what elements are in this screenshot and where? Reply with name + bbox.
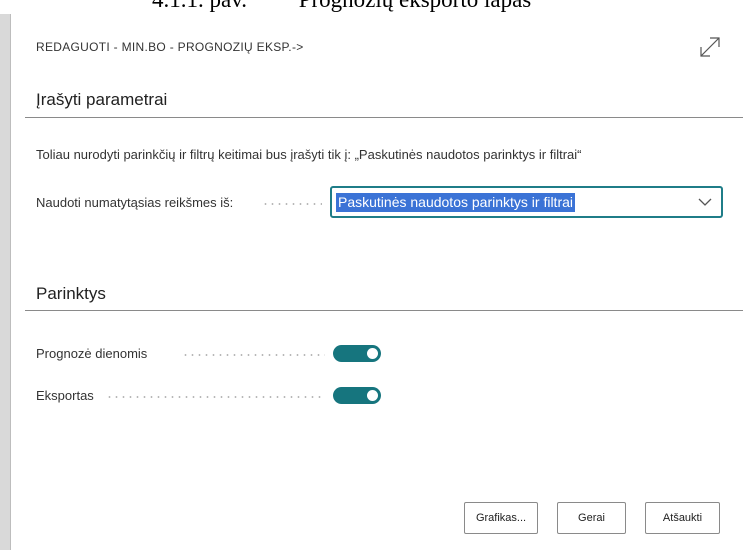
toggle-knob (367, 390, 378, 401)
ok-button[interactable]: Gerai (557, 502, 626, 534)
expand-icon[interactable] (698, 35, 722, 59)
dialog-title: REDAGUOTI - MIN.BO - PROGNOZIŲ EKSP.-> (36, 40, 304, 54)
document-caption: 4.1.1. pav. Prognozių eksporto lapas (152, 0, 712, 13)
section-divider (25, 310, 743, 311)
options-heading: Parinktys (36, 284, 106, 303)
forecast-by-days-toggle[interactable] (333, 345, 381, 362)
leader-dots (262, 203, 322, 205)
saved-parameters-info: Toliau nurodyti parinkčių ir filtrų keit… (36, 147, 582, 162)
cancel-button[interactable]: Atšaukti (645, 502, 720, 534)
defaults-from-label: Naudoti numatytąsias reikšmes iš: (36, 195, 234, 210)
defaults-from-value: Paskutinės naudotos parinktys ir filtrai (336, 193, 575, 212)
chart-button[interactable]: Grafikas... (464, 502, 538, 534)
leader-dots (182, 354, 325, 356)
saved-parameters-heading: Įrašyti parametrai (36, 90, 168, 109)
defaults-from-select[interactable]: Paskutinės naudotos parinktys ir filtrai (330, 186, 723, 218)
forecast-by-days-label: Prognozė dienomis (36, 346, 148, 361)
export-toggle[interactable] (333, 387, 381, 404)
export-dialog: REDAGUOTI - MIN.BO - PROGNOZIŲ EKSP.-> Į… (11, 14, 743, 550)
export-label: Eksportas (36, 388, 94, 403)
background-page-edge (0, 14, 11, 550)
chevron-down-icon (698, 198, 712, 206)
section-divider (25, 117, 743, 118)
toggle-knob (367, 348, 378, 359)
document-caption-strip: 4.1.1. pav. Prognozių eksporto lapas (0, 0, 743, 14)
leader-dots (106, 396, 325, 398)
